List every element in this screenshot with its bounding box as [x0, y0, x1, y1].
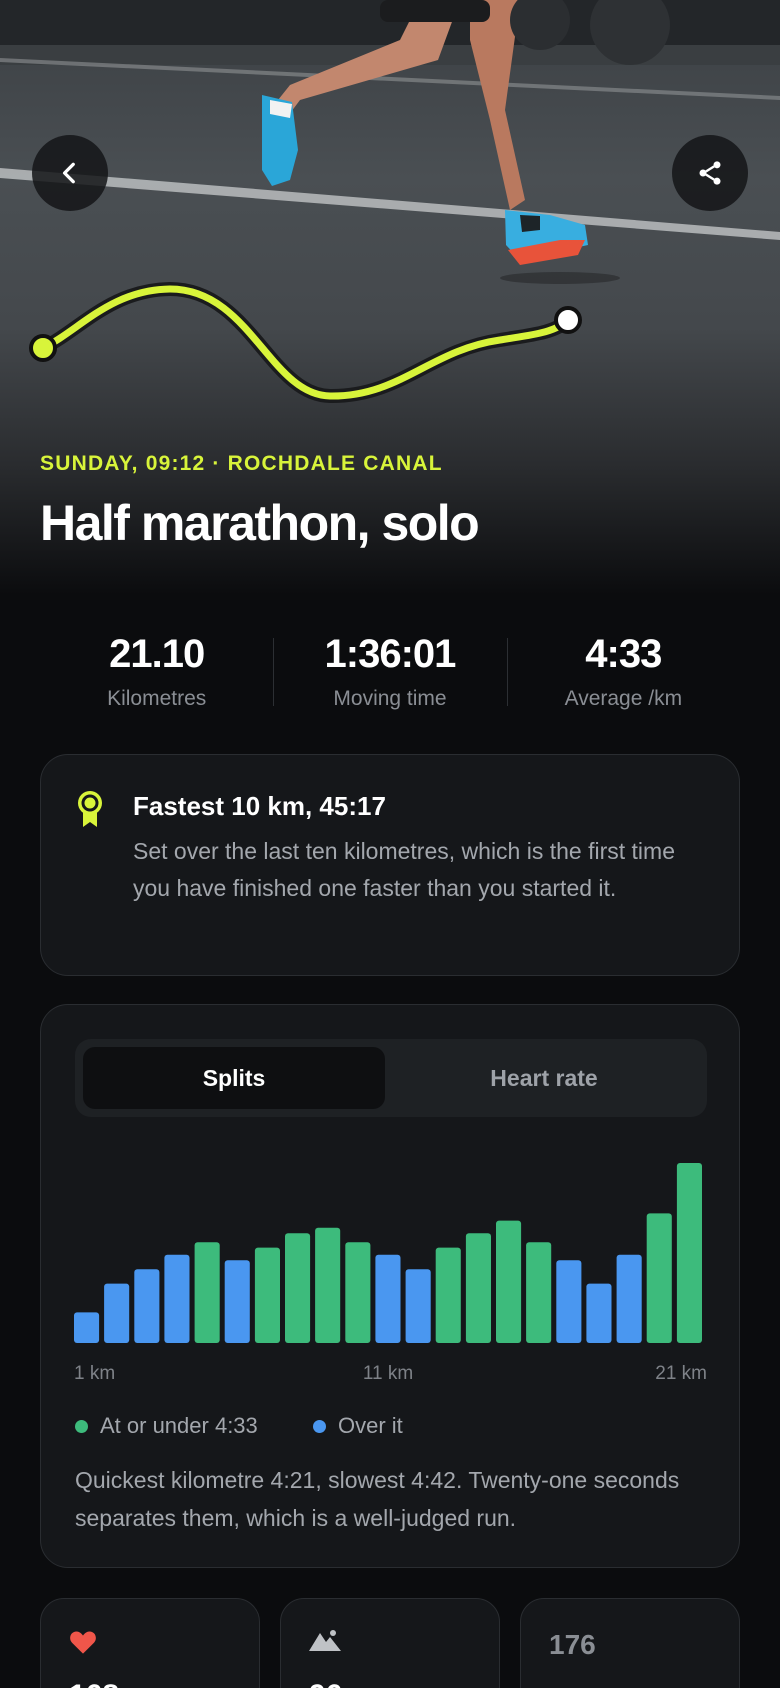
stat-label: Moving time	[333, 687, 447, 710]
split-bar-km-1[interactable]	[74, 1312, 100, 1343]
route-start-marker	[29, 334, 57, 362]
heart-icon	[70, 1631, 96, 1654]
split-bar-km-2[interactable]	[104, 1283, 130, 1343]
split-bar-km-9[interactable]	[315, 1227, 341, 1343]
page-title: Half marathon, solo	[40, 495, 480, 551]
split-bar-km-4[interactable]	[164, 1254, 190, 1343]
chevron-left-icon	[62, 162, 75, 184]
tile-elevation[interactable]: 96 m	[280, 1598, 500, 1688]
stat-label: Average /km	[564, 687, 683, 710]
split-bar-km-18[interactable]	[586, 1283, 612, 1343]
split-bar-km-17[interactable]	[556, 1260, 582, 1343]
legend-under-dot	[75, 1419, 88, 1433]
stat-value: 21.10	[109, 632, 205, 676]
tile-value: 168	[69, 1679, 119, 1688]
tile-value: 96 m	[309, 1679, 377, 1688]
split-bar-km-12[interactable]	[405, 1269, 431, 1343]
legend-over: Over it	[313, 1413, 403, 1439]
legend-under: At or under 4:33	[75, 1413, 258, 1439]
route-end-marker	[554, 306, 582, 334]
hero-header: SUNDAY, 09:12 · ROCHDALE CANAL Half mara…	[0, 0, 780, 595]
split-bar-km-11[interactable]	[375, 1254, 401, 1343]
x-tick-label: 21 km	[655, 1363, 707, 1384]
x-tick-label: 11 km	[363, 1363, 413, 1384]
split-bar-km-7[interactable]	[254, 1247, 280, 1343]
legend-over-label: Over it	[338, 1413, 403, 1438]
legend-over-dot	[313, 1419, 326, 1433]
legend-under-label: At or under 4:33	[100, 1413, 258, 1438]
split-bar-km-15[interactable]	[496, 1220, 522, 1343]
split-bar-km-6[interactable]	[224, 1260, 250, 1343]
splits-card: Splits Heart rate 1 km 11 km 21 km At or u…	[40, 1004, 740, 1568]
stat-value: 4:33	[585, 632, 662, 676]
split-bar-km-8[interactable]	[285, 1233, 311, 1343]
split-bar-km-19[interactable]	[616, 1254, 642, 1343]
split-bar-km-14[interactable]	[465, 1233, 491, 1343]
highlight-title: Fastest 10 km, 45:17	[133, 791, 386, 821]
tile-value: 176	[549, 1629, 596, 1660]
split-bar-km-20[interactable]	[646, 1213, 672, 1343]
split-bar-km-5[interactable]	[194, 1242, 220, 1343]
split-bar-km-10[interactable]	[345, 1242, 371, 1343]
split-bar-km-13[interactable]	[435, 1247, 461, 1343]
mountain-icon	[309, 1630, 341, 1651]
highlight-body: Set over the last ten kilometres, which …	[133, 838, 675, 901]
splits-summary: Quickest kilometre 4:21, slowest 4:42. T…	[75, 1467, 680, 1531]
split-bar-km-16[interactable]	[526, 1242, 552, 1343]
splits-bar-chart: 1 km 11 km 21 km	[74, 1163, 707, 1384]
stat-value: 1:36:01	[324, 632, 457, 676]
split-bar-km-21[interactable]	[676, 1163, 702, 1343]
split-bar-km-3[interactable]	[134, 1269, 160, 1343]
share-button[interactable]	[672, 135, 748, 211]
stats-row: 21.10 Kilometres 1:36:01 Moving time 4:3…	[40, 628, 740, 720]
award-medal-icon	[78, 791, 102, 827]
share-icon	[699, 161, 721, 185]
stat-average-pace: 4:33 Average /km	[506, 628, 740, 720]
stat-distance: 21.10 Kilometres	[40, 628, 273, 720]
x-tick-label: 1 km	[74, 1363, 115, 1384]
tile-cadence[interactable]: 176	[520, 1598, 740, 1688]
activity-meta: SUNDAY, 09:12 · ROCHDALE CANAL	[40, 452, 443, 475]
tile-heart-rate[interactable]: 168	[40, 1598, 260, 1688]
back-button[interactable]	[32, 135, 108, 211]
highlight-card: Fastest 10 km, 45:17 Set over the last t…	[40, 754, 740, 976]
stat-moving-time: 1:36:01 Moving time	[273, 628, 506, 720]
stat-label: Kilometres	[107, 687, 207, 710]
